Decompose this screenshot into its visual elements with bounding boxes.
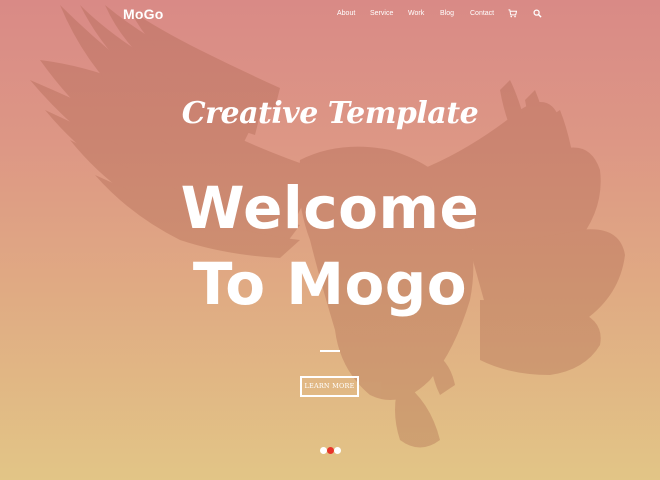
- hero-subtitle: Creative Template: [181, 96, 479, 131]
- hero-title-line-2: To Mogo: [192, 250, 468, 318]
- nav-item-about[interactable]: About: [337, 9, 355, 19]
- title-divider: [320, 350, 340, 352]
- nav-item-work[interactable]: Work: [408, 9, 424, 19]
- logo[interactable]: MoGo: [123, 6, 163, 22]
- slider-dot-1[interactable]: [320, 447, 327, 454]
- slider-dot-3[interactable]: [334, 447, 341, 454]
- hero-title-line-1: Welcome: [180, 174, 480, 242]
- nav-item-service[interactable]: Service: [370, 9, 393, 19]
- nav-item-contact[interactable]: Contact: [470, 9, 494, 19]
- cart-icon[interactable]: [508, 9, 517, 18]
- slider-dot-2-active[interactable]: [327, 447, 334, 454]
- search-icon[interactable]: [533, 9, 542, 18]
- nav-item-blog[interactable]: Blog: [440, 9, 454, 19]
- learn-more-button[interactable]: LEARN MORE: [300, 376, 359, 397]
- hero-section: MoGo About Service Work Blog Contact Cre…: [0, 0, 660, 480]
